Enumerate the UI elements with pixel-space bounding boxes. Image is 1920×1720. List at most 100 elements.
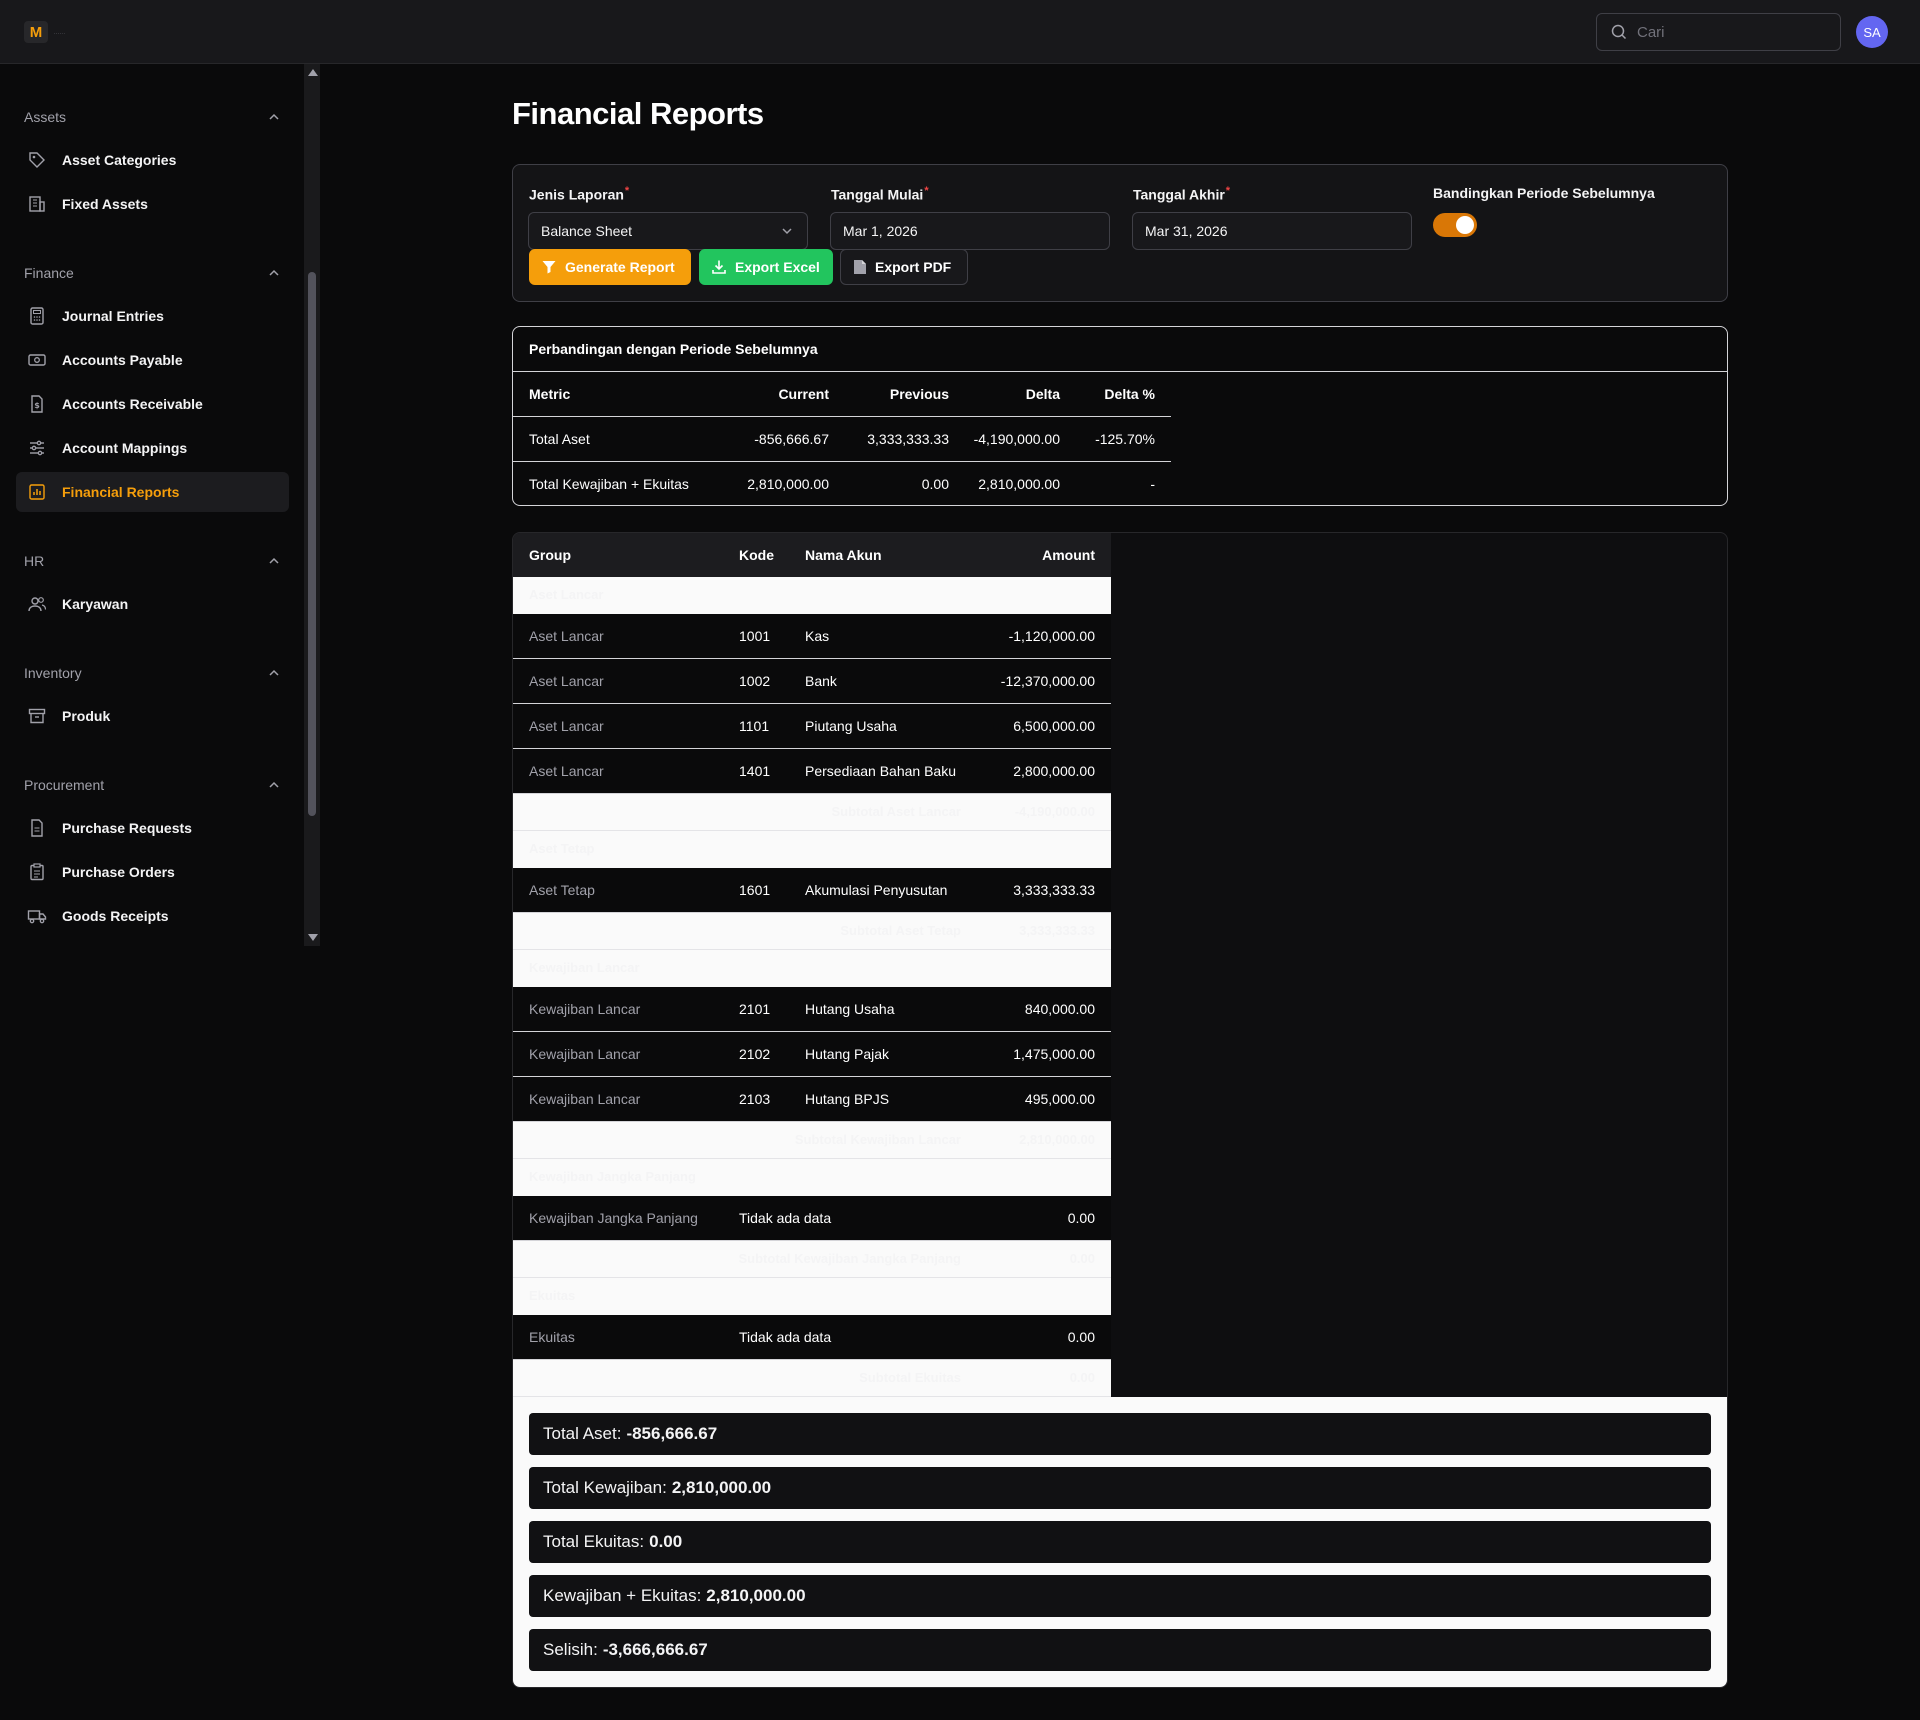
cell-code: 1601: [739, 882, 771, 898]
chevron-up-icon: [269, 269, 279, 276]
cell-code: 1401: [739, 763, 771, 779]
report-type-label: Jenis Laporan*: [529, 185, 629, 203]
cell-group: Ekuitas: [529, 1329, 575, 1345]
group-title: Ekuitas: [529, 1288, 576, 1303]
report-type-select[interactable]: Balance Sheet: [528, 212, 808, 250]
sidebar-item-accounts-receivable[interactable]: $ Accounts Receivable: [16, 384, 289, 424]
cell-amount: 0.00: [1067, 1210, 1095, 1226]
sidebar-item-karyawan[interactable]: Karyawan: [16, 584, 289, 624]
subtotal-label: Subtotal Ekuitas: [859, 1370, 961, 1385]
sidebar-item-accounts-payable[interactable]: Accounts Payable: [16, 340, 289, 380]
sidebar-group-title: Assets: [24, 109, 67, 125]
group-header-row: Ekuitas: [513, 1278, 1111, 1315]
generate-report-button[interactable]: Generate Report: [529, 249, 691, 285]
sliders-icon: [26, 437, 48, 459]
toggle-knob: [1456, 216, 1474, 234]
sidebar-item-label: Journal Entries: [62, 308, 164, 324]
sidebar-scrollbar[interactable]: [304, 64, 320, 946]
page-title: Financial Reports: [512, 96, 764, 131]
cell-code: 1002: [739, 673, 771, 689]
total-equity: Total Ekuitas: 0.00: [529, 1521, 1711, 1563]
group-title: Aset Lancar: [529, 587, 604, 602]
generate-report-label: Generate Report: [565, 259, 675, 275]
cell-amount: 495,000.00: [1024, 1091, 1095, 1107]
sidebar-item-purchase-requests[interactable]: Purchase Requests: [16, 808, 289, 848]
sidebar-item-goods-receipts[interactable]: Goods Receipts: [16, 896, 289, 936]
cell-amount: 1,475,000.00: [1013, 1046, 1095, 1062]
sidebar-group-title: HR: [24, 553, 45, 569]
end-date-label-text: Tanggal Akhir: [1133, 186, 1225, 203]
table-row: Aset Lancar 1101 Piutang Usaha 6,500,000.00: [513, 704, 1111, 749]
chevron-up-icon: [269, 781, 279, 788]
subtotal-label: Subtotal Kewajiban Lancar: [794, 1132, 961, 1147]
receipt-icon: $: [26, 393, 48, 415]
document-icon: [26, 817, 48, 839]
sidebar-item-journal-entries[interactable]: Journal Entries: [16, 296, 289, 336]
end-date-input[interactable]: Mar 31, 2026: [1132, 212, 1412, 250]
total-liabilities: Total Kewajiban: 2,810,000.00: [529, 1467, 1711, 1509]
calculator-icon: [26, 305, 48, 327]
sidebar-group-finance[interactable]: Finance: [24, 263, 280, 283]
cell: 2,810,000.00: [978, 476, 1060, 492]
cell-group: Aset Lancar: [529, 763, 604, 779]
export-pdf-label: Export PDF: [875, 259, 952, 275]
search-input[interactable]: [1637, 23, 1817, 41]
compare-toggle[interactable]: [1433, 213, 1477, 237]
sidebar-item-produk[interactable]: Produk: [16, 696, 289, 736]
sidebar-item-account-mappings[interactable]: Account Mappings: [16, 428, 289, 468]
required-mark: *: [1225, 185, 1231, 197]
banknote-icon: [26, 349, 48, 371]
table-row: Aset Lancar 1002 Bank -12,370,000.00: [513, 659, 1111, 704]
export-pdf-button[interactable]: Export PDF: [840, 249, 968, 285]
cell-account-name: Tidak ada data: [739, 1329, 832, 1345]
sidebar-item-label: Produk: [62, 708, 111, 724]
sidebar-group-hr[interactable]: HR: [24, 551, 280, 571]
subtotal-value: -4,190,000.00: [1014, 804, 1095, 819]
scroll-up-arrow[interactable]: [308, 69, 318, 76]
cell-group: Aset Lancar: [529, 718, 604, 734]
table-row: Aset Lancar 1001 Kas -1,120,000.00: [513, 614, 1111, 659]
sidebar-item-label: Account Mappings: [62, 440, 188, 456]
cell-group: Aset Lancar: [529, 673, 604, 689]
tag-icon: [26, 149, 48, 171]
cell-account-name: Akumulasi Penyusutan: [805, 882, 948, 898]
sidebar-item-financial-reports[interactable]: Financial Reports: [16, 472, 289, 512]
sidebar-group-procurement[interactable]: Procurement: [24, 775, 280, 795]
sidebar-item-asset-categories[interactable]: Asset Categories: [16, 140, 289, 180]
comparison-row: Total Kewajiban + Ekuitas 2,810,000.00 0…: [513, 462, 1171, 505]
sidebar-item-fixed-assets[interactable]: Fixed Assets: [16, 184, 289, 224]
cell: 0.00: [921, 476, 949, 492]
scroll-down-arrow[interactable]: [308, 934, 318, 941]
sidebar-item-purchase-orders[interactable]: Purchase Orders: [16, 852, 289, 892]
app-logo[interactable]: M: [24, 21, 48, 43]
download-icon: [712, 260, 726, 274]
cell-amount: 0.00: [1067, 1329, 1095, 1345]
export-excel-button[interactable]: Export Excel: [699, 249, 833, 285]
search-box[interactable]: [1596, 13, 1841, 51]
table-row: Aset Lancar 1401 Persediaan Bahan Baku 2,80…: [513, 749, 1111, 794]
table-row: Kewajiban Jangka Panjang Tidak ada data 0.…: [513, 1196, 1111, 1241]
table-row: Kewajiban Lancar 2103 Hutang BPJS 495,000.0…: [513, 1077, 1111, 1122]
totals-panel: Total Aset: -856,666.67 Total Kewajiban: 2…: [513, 1397, 1727, 1687]
cell-amount: 6,500,000.00: [1013, 718, 1095, 734]
table-row: Aset Tetap 1601 Akumulasi Penyusutan 3,333,…: [513, 868, 1111, 913]
total-label: Selisih:: [543, 1640, 598, 1659]
filter-icon: [542, 261, 556, 274]
compare-label: Bandingkan Periode Sebelumnya: [1433, 185, 1655, 201]
top-bar: M ...... SA: [0, 0, 1920, 64]
sidebar-group-title: Procurement: [24, 777, 105, 793]
subtotal-value: 0.00: [1069, 1370, 1095, 1385]
col-amount: Amount: [1042, 547, 1095, 563]
avatar[interactable]: SA: [1856, 16, 1888, 48]
group-header-row: Kewajiban Lancar: [513, 950, 1111, 987]
sidebar-group-assets[interactable]: Assets: [24, 107, 280, 127]
sidebar-group-inventory[interactable]: Inventory: [24, 663, 280, 683]
start-date-input[interactable]: Mar 1, 2026: [830, 212, 1110, 250]
cell-code: 2101: [739, 1001, 771, 1017]
cell: -: [1150, 476, 1155, 492]
sidebar-item-label: Karyawan: [62, 596, 129, 612]
subtotal-label: Subtotal Kewajiban Jangka Panjang: [738, 1251, 962, 1266]
scroll-thumb[interactable]: [308, 272, 316, 816]
table-row: Kewajiban Lancar 2101 Hutang Usaha 840,000.…: [513, 987, 1111, 1032]
cell-account-name: Bank: [805, 673, 837, 689]
